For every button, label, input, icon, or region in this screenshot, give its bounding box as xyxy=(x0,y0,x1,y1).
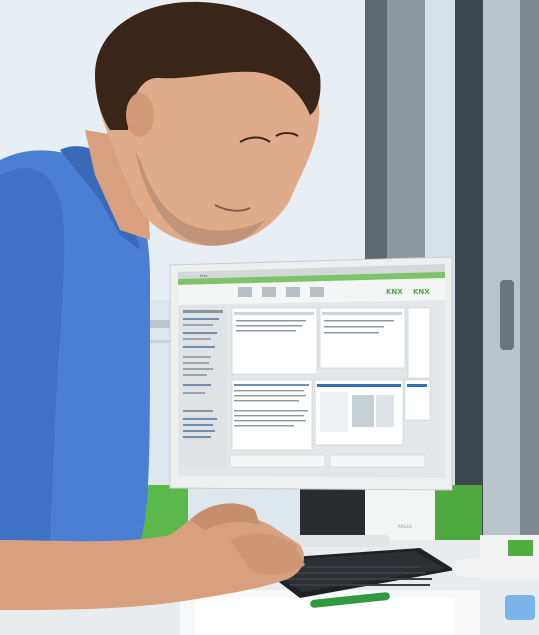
photo-illustration: ARGUS ETS5 KNX KNX xyxy=(0,0,539,635)
window-handle xyxy=(500,280,514,350)
monitor: ETS5 KNX KNX xyxy=(169,256,453,491)
mouse xyxy=(452,558,488,578)
photo-scene: ARGUS ETS5 KNX KNX xyxy=(0,0,539,635)
knx-logo-secondary: KNX xyxy=(413,288,430,296)
green-box-right xyxy=(430,485,482,540)
screen-panel-projects xyxy=(231,307,318,375)
window-frame-right xyxy=(455,0,483,540)
screen-panel-details xyxy=(319,307,406,369)
window-title: ETS5 xyxy=(200,274,208,278)
screen-sidebar xyxy=(179,305,227,470)
monitor-stand xyxy=(300,482,365,542)
knx-logo: KNX xyxy=(386,288,403,296)
brand-label: ARGUS xyxy=(398,524,413,529)
